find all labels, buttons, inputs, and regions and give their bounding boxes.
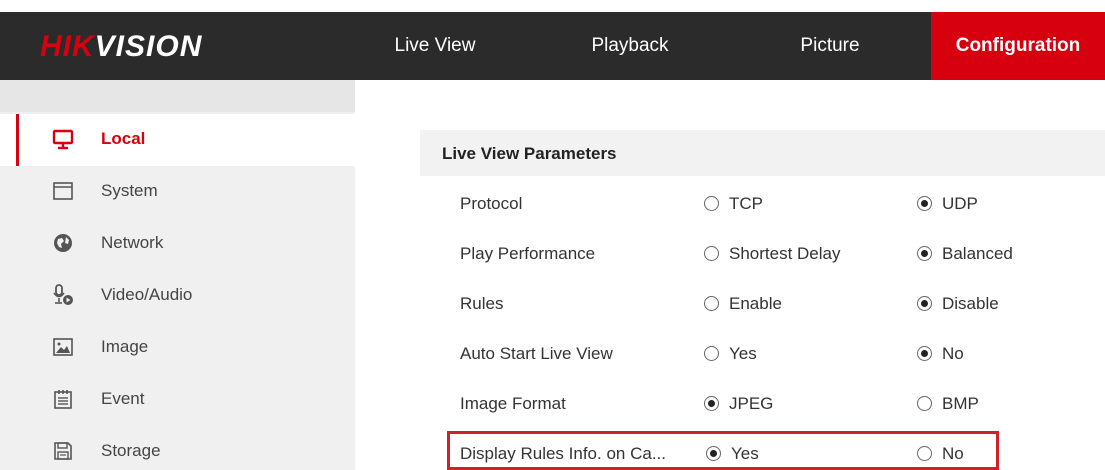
calendar-icon	[54, 390, 72, 409]
nav-live-view[interactable]: Live View	[370, 12, 500, 80]
save-disk-icon	[54, 442, 72, 460]
option-label: TCP	[729, 194, 763, 213]
sidebar-item-label: Image	[101, 337, 149, 356]
image-icon	[53, 338, 73, 356]
nav-picture[interactable]: Picture	[760, 12, 900, 80]
radio-button[interactable]	[704, 246, 719, 261]
sidebar-item-label: Storage	[101, 441, 161, 460]
option-label: Shortest Delay	[729, 244, 841, 263]
image-format-jpeg-option[interactable]: JPEG	[704, 394, 773, 414]
option-label: Disable	[942, 294, 999, 313]
microphone-camera-icon	[53, 284, 73, 305]
radio-button[interactable]	[917, 396, 932, 411]
param-row-protocol: Protocol TCP UDP	[420, 180, 1105, 230]
option-label: Yes	[729, 344, 757, 363]
param-label: Play Performance	[460, 244, 596, 263]
sidebar-item-local[interactable]: Local	[0, 114, 355, 166]
top-navigation-bar: HIKVISION Live View Playback Picture Con…	[0, 12, 1105, 80]
radio-button-selected[interactable]	[917, 246, 932, 261]
sidebar-item-label: Video/Audio	[101, 285, 193, 304]
logo-vision: VISION	[94, 30, 203, 63]
param-label: Rules	[460, 294, 504, 313]
protocol-tcp-option[interactable]: TCP	[704, 194, 763, 214]
sidebar-item-label: Local	[101, 129, 146, 148]
radio-button-selected[interactable]	[917, 196, 932, 211]
param-row-play-performance: Play Performance Shortest Delay Balanced	[420, 230, 1105, 280]
performance-shortest-delay-option[interactable]: Shortest Delay	[704, 244, 841, 264]
system-window-icon	[53, 182, 73, 200]
sidebar-item-system[interactable]: System	[0, 166, 355, 218]
param-label: Image Format	[460, 394, 566, 413]
image-format-bmp-option[interactable]: BMP	[917, 394, 979, 414]
section-title: Live View Parameters	[442, 144, 617, 163]
param-row-rules: Rules Enable Disable	[420, 280, 1105, 330]
param-label: Protocol	[460, 194, 523, 213]
rules-enable-option[interactable]: Enable	[704, 294, 782, 314]
auto-start-no-option[interactable]: No	[917, 344, 964, 364]
sidebar-item-image[interactable]: Image	[0, 322, 355, 374]
option-label: JPEG	[729, 394, 774, 413]
globe-icon	[54, 234, 72, 252]
sidebar-item-label: Network	[101, 233, 164, 252]
radio-button[interactable]	[704, 196, 719, 211]
hikvision-logo: HIKVISION	[40, 30, 202, 64]
sidebar-header	[0, 80, 355, 112]
monitor-icon	[52, 129, 74, 150]
option-label: Balanced	[942, 244, 1013, 263]
radio-button[interactable]	[704, 346, 719, 361]
option-label: No	[942, 344, 964, 363]
nav-playback[interactable]: Playback	[560, 12, 700, 80]
option-label: UDP	[942, 194, 978, 213]
radio-button-selected[interactable]	[917, 296, 932, 311]
param-row-image-format: Image Format JPEG BMP	[420, 380, 1105, 430]
sidebar-item-label: System	[101, 181, 158, 200]
radio-button-selected[interactable]	[704, 396, 719, 411]
live-view-parameters-header: Live View Parameters	[420, 130, 1105, 176]
sidebar-item-network[interactable]: Network	[0, 218, 355, 270]
sidebar-item-label: Event	[101, 389, 145, 408]
auto-start-yes-option[interactable]: Yes	[704, 344, 757, 364]
sidebar-item-storage[interactable]: Storage	[0, 426, 355, 470]
option-label: BMP	[942, 394, 979, 413]
highlight-annotation-box	[447, 431, 999, 470]
radio-button-selected[interactable]	[917, 346, 932, 361]
option-label: Enable	[729, 294, 782, 313]
rules-disable-option[interactable]: Disable	[917, 294, 999, 314]
param-label: Auto Start Live View	[460, 344, 613, 363]
nav-configuration[interactable]: Configuration	[931, 12, 1105, 80]
sidebar: Local System Network Video/Audio Image E…	[0, 80, 355, 470]
performance-balanced-option[interactable]: Balanced	[917, 244, 1013, 264]
param-row-auto-start-live-view: Auto Start Live View Yes No	[420, 330, 1105, 380]
logo-hik: HIK	[40, 30, 95, 63]
protocol-udp-option[interactable]: UDP	[917, 194, 978, 214]
radio-button[interactable]	[704, 296, 719, 311]
sidebar-item-video-audio[interactable]: Video/Audio	[0, 270, 355, 322]
sidebar-item-event[interactable]: Event	[0, 374, 355, 426]
